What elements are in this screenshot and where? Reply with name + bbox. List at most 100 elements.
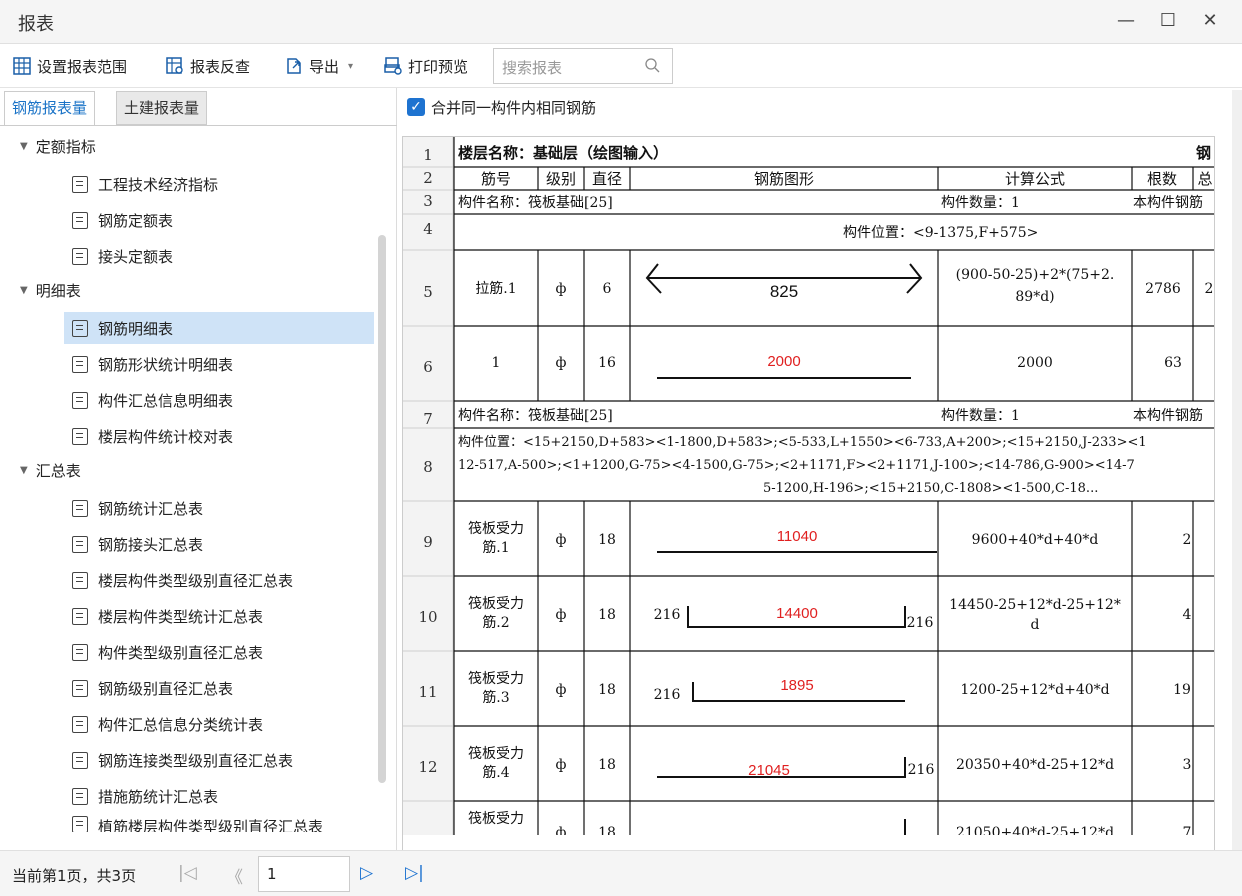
export-icon — [287, 58, 301, 74]
document-icon — [72, 643, 88, 661]
print-preview-button[interactable]: 打印预览 — [383, 52, 468, 80]
tab-rebar-report[interactable]: 钢筋报表量 — [4, 91, 96, 125]
tree-item[interactable]: 钢筋统计汇总表 — [64, 492, 374, 524]
bar-formula: 2000 — [1017, 355, 1053, 371]
shape-length: 1895 — [780, 677, 813, 694]
tree-item[interactable]: 楼层构件类型统计汇总表 — [64, 600, 374, 632]
minimize-button[interactable]: — — [1112, 8, 1140, 34]
shape-length: 14400 — [776, 605, 818, 622]
tree-item[interactable]: 构件类型级别直径汇总表 — [64, 636, 374, 668]
header-count: 根数 — [1147, 170, 1177, 188]
hook-length: 216 — [654, 687, 681, 703]
bar-name: 筏板受力 — [468, 670, 524, 687]
tree-item[interactable]: 接头定额表 — [64, 240, 374, 272]
bar-grade: ф — [556, 281, 567, 297]
component-name: 构件名称：筏板基础[25] — [458, 194, 613, 211]
window-edge-scrollbar[interactable] — [1232, 90, 1242, 850]
document-icon — [72, 535, 88, 553]
export-label: 导出 — [309, 57, 340, 76]
bar-diameter: 6 — [603, 281, 612, 297]
last-page-icon[interactable]: ▷| — [405, 863, 424, 883]
component-position-line: 12-517,A-500>;<1+1200,G-75><4-1500,G-75>… — [458, 458, 1135, 473]
tree-group-quota[interactable]: ▼ 定额指标 — [20, 136, 96, 157]
tree-item[interactable]: 措施筋统计汇总表 — [64, 780, 374, 812]
row-number: 8 — [423, 458, 433, 476]
document-icon — [72, 319, 88, 337]
tab-civil-report[interactable]: 土建报表量 — [116, 91, 208, 125]
bar-diameter: 16 — [598, 355, 616, 371]
first-page-icon[interactable]: |◁ — [178, 863, 197, 883]
close-button[interactable]: ✕ — [1196, 8, 1224, 34]
search-input[interactable]: 搜索报表 — [493, 48, 673, 84]
bar-formula: (900-50-25)+2*(75+2. — [956, 267, 1115, 283]
export-button[interactable]: 导出 ▾ — [284, 52, 353, 80]
component-position-line: 构件位置：<15+2150,D+583><1-1800,D+583>;<5-53… — [458, 435, 1147, 450]
component-rebar: 本构件钢筋 — [1133, 407, 1203, 424]
report-grid: 1 2 3 4 5 6 7 8 9 10 11 12 楼层名称：基础层（绘图输入… — [402, 136, 1215, 876]
document-icon — [72, 679, 88, 697]
hook-length: 216 — [907, 615, 934, 631]
caret-down-icon[interactable]: ▼ — [20, 285, 28, 296]
caret-down-icon[interactable]: ▼ — [20, 465, 28, 476]
bar-name: 筏板受力 — [468, 745, 524, 762]
maximize-button[interactable]: ☐ — [1154, 8, 1182, 34]
document-icon — [72, 427, 88, 445]
header-bar-no: 筋号 — [481, 170, 511, 188]
bar-grade: ф — [556, 532, 567, 548]
row-number: 4 — [423, 220, 433, 238]
prev-page-icon[interactable]: 《 — [226, 863, 243, 888]
tree-scrollbar[interactable] — [378, 235, 386, 783]
set-range-label: 设置报表范围 — [37, 57, 128, 76]
tree-item[interactable]: 植筋楼层构件类型级别直径汇总表 — [64, 816, 374, 832]
chevron-down-icon[interactable]: ▾ — [348, 61, 353, 72]
shape-length: 11040 — [777, 528, 818, 545]
grid-settings-icon — [13, 57, 31, 75]
bar-grade: ф — [556, 355, 567, 371]
merge-rebar-checkbox[interactable]: ✓ — [407, 98, 425, 116]
tree-item[interactable]: 钢筋接头汇总表 — [64, 528, 374, 560]
tree-group-detail[interactable]: ▼ 明细表 — [20, 280, 81, 301]
page-number-input[interactable]: 1 — [258, 856, 350, 892]
tree-item[interactable]: 楼层构件类型级别直径汇总表 — [64, 564, 374, 596]
bar-formula: 14450-25+12*d-25+12* — [949, 597, 1121, 613]
row-number: 5 — [423, 283, 433, 301]
bar-total: 2 — [1205, 281, 1214, 297]
bar-name: 拉筋.1 — [475, 280, 516, 297]
tree-item-selected[interactable]: 钢筋明细表 — [64, 312, 374, 344]
bar-name: 筏板受力 — [468, 810, 524, 827]
toolbar: 设置报表范围 报表反查 导出 ▾ 打印预览 搜索报表 — [0, 44, 1242, 88]
search-placeholder: 搜索报表 — [502, 59, 563, 77]
document-icon — [72, 816, 88, 832]
bar-formula: 9600+40*d+40*d — [972, 532, 1099, 548]
tree-item[interactable]: 钢筋连接类型级别直径汇总表 — [64, 744, 374, 776]
document-icon — [72, 499, 88, 517]
caret-down-icon[interactable]: ▼ — [20, 141, 28, 152]
header-shape: 钢筋图形 — [754, 170, 814, 188]
shape-length: 2000 — [767, 353, 800, 370]
bar-name: 筏板受力 — [468, 520, 524, 537]
document-icon — [72, 787, 88, 805]
reverse-check-button[interactable]: 报表反查 — [165, 52, 250, 80]
next-page-icon[interactable]: ▷ — [360, 863, 373, 883]
tree-item[interactable]: 楼层构件统计校对表 — [64, 420, 374, 452]
bar-name: 1 — [492, 355, 501, 371]
bar-grade: ф — [556, 757, 567, 773]
bar-name: 筋.2 — [482, 614, 509, 631]
row-number: 6 — [423, 358, 433, 376]
tree-item[interactable]: 构件汇总信息分类统计表 — [64, 708, 374, 740]
search-icon[interactable] — [644, 57, 662, 75]
table-search-icon — [166, 57, 183, 74]
component-name: 构件名称：筏板基础[25] — [458, 407, 613, 424]
tree-group-summary[interactable]: ▼ 汇总表 — [20, 460, 81, 481]
tree-item[interactable]: 钢筋形状统计明细表 — [64, 348, 374, 380]
tree-item[interactable]: 钢筋级别直径汇总表 — [64, 672, 374, 704]
tree-item[interactable]: 工程技术经济指标 — [64, 168, 374, 200]
print-preview-label: 打印预览 — [408, 57, 469, 76]
tree-item[interactable]: 钢筋定额表 — [64, 204, 374, 236]
row-number: 11 — [418, 683, 437, 701]
tree-item[interactable]: 构件汇总信息明细表 — [64, 384, 374, 416]
set-range-button[interactable]: 设置报表范围 — [12, 52, 127, 80]
bar-formula: d — [1031, 617, 1040, 633]
reverse-check-label: 报表反查 — [190, 57, 251, 76]
bar-formula: 1200-25+12*d+40*d — [960, 682, 1109, 698]
